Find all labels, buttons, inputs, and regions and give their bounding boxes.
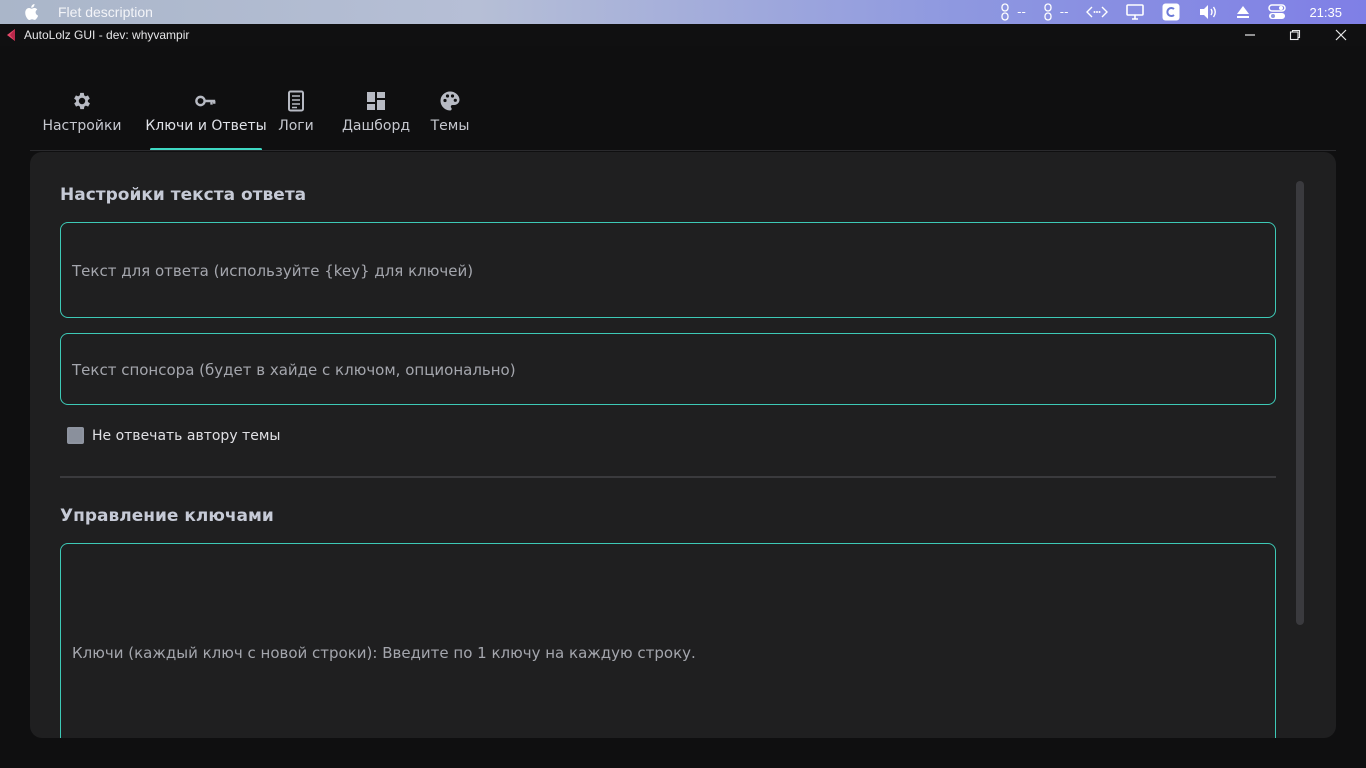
tab-label: Настройки (42, 118, 122, 134)
eject-icon[interactable] (1236, 0, 1250, 24)
tab-label: Ключи и Ответы (145, 118, 267, 134)
tray-item-network-2[interactable]: -- (1044, 0, 1069, 24)
tab-themes[interactable]: Темы (424, 80, 476, 151)
apple-icon[interactable] (24, 4, 38, 20)
maximize-button[interactable] (1272, 24, 1318, 46)
tray-item-network-1[interactable]: -- (1001, 0, 1026, 24)
control-center-icon[interactable] (1268, 0, 1287, 24)
keys-textarea[interactable]: Ключи (каждый ключ с новой строки): Введ… (60, 543, 1276, 738)
tray-dash-1: -- (1017, 5, 1026, 19)
chain-icon (1044, 3, 1052, 21)
clock[interactable]: 21:35 (1309, 0, 1342, 24)
sponsor-text-placeholder: Текст спонсора (будет в хайде с ключом, … (72, 361, 516, 379)
close-icon (1335, 29, 1347, 41)
section-divider (60, 476, 1276, 478)
tabs-divider (30, 150, 1336, 151)
gear-icon (71, 90, 93, 112)
reply-text-placeholder: Текст для ответа (используйте {key} для … (72, 262, 474, 280)
close-button[interactable] (1318, 24, 1364, 46)
tray-dash-2: -- (1059, 5, 1069, 19)
tab-logs[interactable]: Логи (265, 80, 327, 151)
tab-label: Логи (278, 118, 314, 134)
dashboard-icon (365, 90, 387, 112)
c-app-icon[interactable] (1162, 0, 1180, 24)
tab-label: Дашборд (341, 118, 411, 134)
chain-icon (1001, 3, 1009, 21)
tab-bar: Настройки Ключи и Ответы Логи Дашборд Те… (30, 80, 476, 151)
palette-icon (439, 90, 461, 112)
tab-label: Темы (430, 118, 470, 134)
code-arrows-icon[interactable] (1086, 0, 1109, 24)
key-icon (195, 90, 217, 112)
no-reply-to-author-checkbox[interactable] (67, 427, 84, 444)
tab-dashboard[interactable]: Дашборд (337, 80, 415, 151)
system-menubar: Flet description -- -- 21:35 (0, 0, 1366, 24)
log-icon (285, 90, 307, 112)
app-logo-icon (7, 29, 15, 41)
reply-text-input[interactable]: Текст для ответа (используйте {key} для … (60, 222, 1276, 318)
system-tray: -- -- 21:35 (992, 0, 1366, 24)
reply-settings-title: Настройки текста ответа (60, 185, 307, 205)
keys-and-replies-panel: Настройки текста ответа Текст для ответа… (30, 152, 1336, 738)
panel-scrollbar[interactable] (1296, 181, 1304, 625)
keys-placeholder: Ключи (каждый ключ с новой строки): Введ… (72, 644, 696, 662)
keys-management-title: Управление ключами (60, 506, 274, 526)
window-title: AutoLolz GUI - dev: whyvampir (24, 28, 190, 42)
menubar-app-name[interactable]: Flet description (58, 4, 153, 20)
tab-keys-and-replies[interactable]: Ключи и Ответы (145, 80, 267, 151)
window-titlebar[interactable]: AutoLolz GUI - dev: whyvampir (0, 24, 1366, 46)
restore-icon (1289, 29, 1301, 41)
volume-icon[interactable] (1198, 0, 1218, 24)
minimize-button[interactable] (1227, 24, 1273, 46)
no-reply-to-author-label[interactable]: Не отвечать автору темы (92, 428, 280, 444)
sponsor-text-input[interactable]: Текст спонсора (будет в хайде с ключом, … (60, 333, 1276, 405)
tab-settings[interactable]: Настройки (30, 80, 134, 151)
display-icon[interactable] (1126, 0, 1145, 24)
no-reply-to-author-row[interactable]: Не отвечать автору темы (67, 427, 280, 444)
minimize-icon (1245, 34, 1255, 36)
